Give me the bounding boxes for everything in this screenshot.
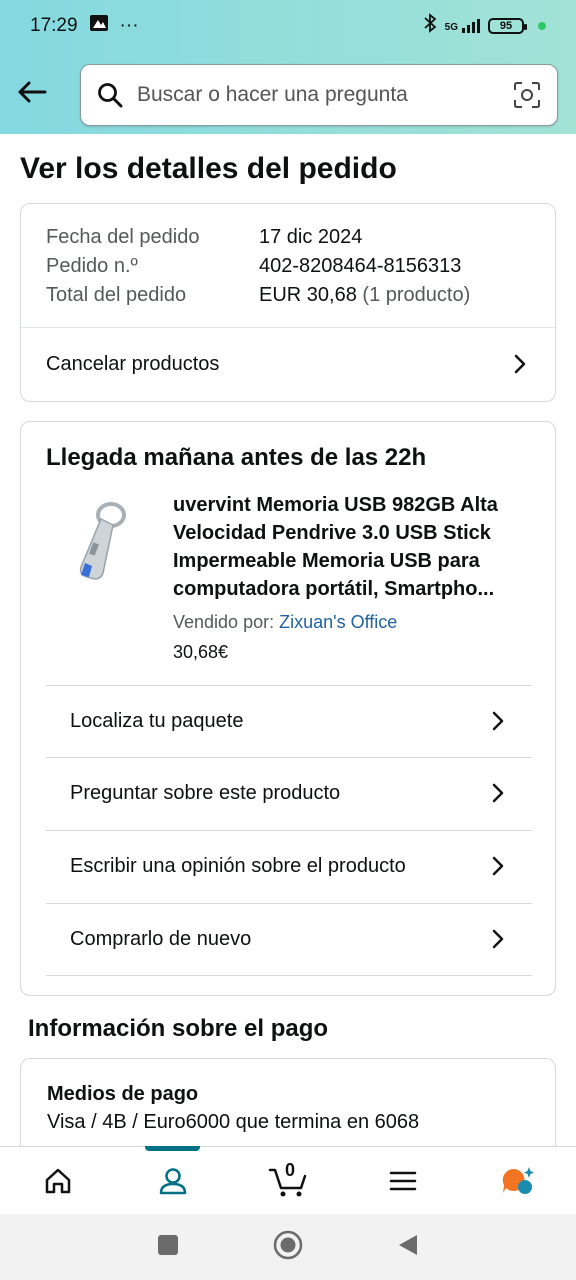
cancel-products-label: Cancelar productos (46, 352, 220, 375)
chevron-right-icon (514, 354, 530, 374)
search-icon (98, 83, 123, 108)
nav-menu[interactable] (346, 1147, 461, 1214)
buy-again-link[interactable]: Comprarlo de nuevo (46, 903, 532, 975)
square-icon (158, 1234, 178, 1255)
payment-section-title: Información sobre el pago (28, 1015, 329, 1042)
order-item-count: (1 producto) (362, 284, 471, 306)
ask-product-question-link[interactable]: Preguntar sobre este producto (46, 757, 532, 829)
back-system-button[interactable] (397, 1233, 419, 1262)
notification-icon (89, 15, 108, 37)
bottom-nav: 0 (0, 1146, 576, 1214)
circle-icon (273, 1230, 303, 1259)
divider (46, 975, 532, 976)
home-system-button[interactable] (273, 1230, 303, 1265)
assistant-icon (503, 1166, 535, 1194)
status-dots: ··· (119, 15, 139, 36)
order-number-value: 402-8208464-8156313 (259, 255, 462, 277)
arrow-left-icon (18, 81, 47, 103)
status-bar: 17:29 ··· 5G 95 (0, 0, 576, 52)
recent-apps-button[interactable] (157, 1234, 179, 1261)
nav-home[interactable] (0, 1147, 115, 1214)
order-date-value: 17 dic 2024 (259, 226, 363, 248)
order-date-label: Fecha del pedido (46, 226, 200, 248)
app-header: Buscar o hacer una pregunta (0, 52, 576, 134)
privacy-indicator-icon (538, 22, 546, 30)
menu-icon (389, 1171, 417, 1190)
product-image[interactable] (69, 497, 133, 587)
battery-icon: 95 (488, 18, 527, 34)
signal-icon: 5G (445, 19, 480, 33)
chevron-right-icon (492, 929, 508, 949)
order-total-label: Total del pedido (46, 284, 187, 306)
user-icon (159, 1167, 187, 1194)
sold-by: Vendido por: Zixuan's Office (173, 612, 397, 633)
chevron-right-icon (492, 783, 508, 803)
order-total-value: EUR 30,68 (1 producto) (259, 284, 471, 306)
arrival-estimate: Llegada mañana antes de las 22h (46, 444, 427, 471)
back-button[interactable] (14, 74, 50, 110)
chevron-right-icon (492, 711, 508, 731)
product-title[interactable]: uvervint Memoria USB 982GB Alta Velocida… (173, 491, 533, 603)
order-summary-card: Fecha del pedido 17 dic 2024 Pedido n.º … (20, 203, 556, 402)
page-title: Ver los detalles del pedido (20, 152, 397, 185)
payment-method-value: Visa / 4B / Euro6000 que termina en 6068 (47, 1111, 420, 1133)
search-bar[interactable]: Buscar o hacer una pregunta (80, 64, 558, 126)
status-time: 17:29 (30, 15, 78, 36)
home-icon (45, 1168, 70, 1193)
payment-card: Medios de pago Visa / 4B / Euro6000 que … (20, 1058, 556, 1158)
seller-link[interactable]: Zixuan's Office (279, 612, 397, 632)
camera-scan-icon[interactable] (513, 81, 541, 109)
triangle-back-icon (399, 1234, 417, 1255)
sold-by-label: Vendido por: (173, 612, 275, 632)
nav-assistant[interactable] (461, 1147, 576, 1214)
shipment-card: Llegada mañana antes de las 22h uvervint… (20, 421, 556, 996)
cancel-products-link[interactable]: Cancelar productos (21, 328, 555, 400)
nav-cart[interactable]: 0 (230, 1147, 345, 1214)
nav-account[interactable] (115, 1146, 230, 1214)
chevron-right-icon (492, 856, 508, 876)
payment-method-heading: Medios de pago (47, 1083, 199, 1105)
track-package-link[interactable]: Localiza tu paquete (46, 685, 532, 757)
system-nav-bar (0, 1214, 576, 1280)
cart-count: 0 (285, 1159, 296, 1180)
bluetooth-icon (423, 13, 437, 39)
order-number-label: Pedido n.º (46, 255, 138, 277)
product-price: 30,68€ (173, 642, 229, 662)
write-review-link[interactable]: Escribir una opinión sobre el producto (46, 830, 532, 902)
search-placeholder[interactable]: Buscar o hacer una pregunta (137, 83, 513, 107)
